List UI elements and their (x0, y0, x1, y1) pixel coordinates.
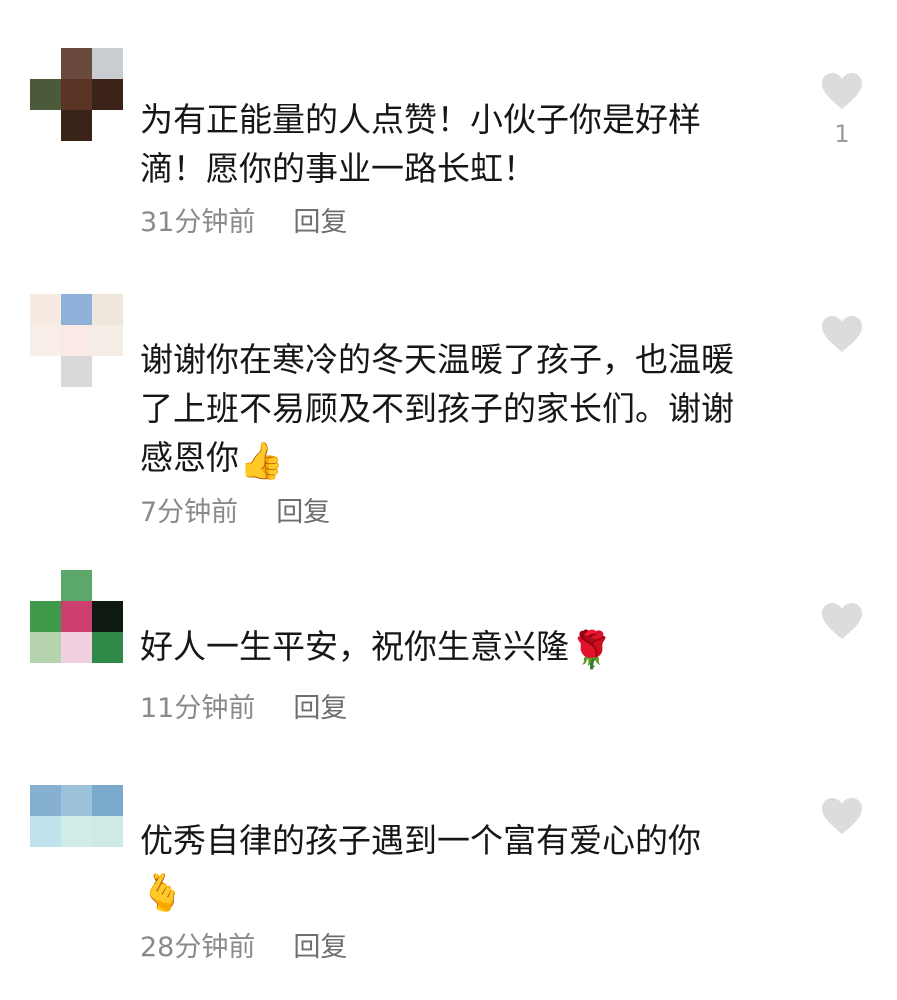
comment-meta: 7分钟前 回复 (140, 490, 330, 529)
like-button[interactable]: 1 (820, 72, 864, 148)
avatar-pixel (30, 816, 61, 847)
avatar-pixel (92, 79, 123, 110)
avatar-pixel (61, 601, 92, 632)
avatar-pixel (30, 110, 61, 141)
reply-button[interactable]: 回复 (293, 207, 347, 238)
avatar-pixel (61, 632, 92, 663)
avatar-pixel (92, 601, 123, 632)
rose-emoji: 🌹 (569, 630, 614, 671)
heart-icon (822, 603, 862, 639)
comment-meta: 28分钟前 回复 (140, 925, 347, 964)
comment-meta: 31分钟前 回复 (140, 200, 347, 239)
avatar-pixel (92, 570, 123, 601)
comment-time: 7分钟前 (140, 497, 239, 528)
avatar-pixel (61, 110, 92, 141)
avatar-pixel (30, 48, 61, 79)
avatar-pixel (30, 632, 61, 663)
comment-text: 谢谢你在寒冷的冬天温暖了孩子，也温暖 了上班不易顾及不到孩子的家长们。谢谢 感恩… (140, 340, 734, 482)
heart-icon (822, 316, 862, 352)
avatar-pixel (30, 356, 61, 387)
comment-meta: 11分钟前 回复 (140, 686, 347, 725)
avatar-pixel (92, 356, 123, 387)
avatar-pixel (92, 632, 123, 663)
avatar-pixel (61, 847, 92, 878)
reply-button[interactable]: 回复 (293, 932, 347, 963)
reply-button[interactable]: 回复 (276, 497, 330, 528)
avatar-pixel (61, 570, 92, 601)
avatar-pixel (61, 79, 92, 110)
avatar[interactable] (30, 48, 123, 141)
avatar-pixel (92, 294, 123, 325)
avatar-pixel (92, 325, 123, 356)
like-button[interactable] (820, 315, 864, 363)
avatar-pixel (30, 601, 61, 632)
like-button[interactable] (820, 797, 864, 845)
avatar-pixel (61, 48, 92, 79)
avatar-pixel (30, 294, 61, 325)
like-count: 1 (834, 120, 850, 148)
avatar[interactable] (30, 785, 123, 878)
avatar-pixel (61, 294, 92, 325)
avatar-pixel (30, 570, 61, 601)
avatar-pixel (92, 48, 123, 79)
avatar-pixel (92, 110, 123, 141)
avatar-pixel (61, 356, 92, 387)
thumbs-up-emoji: 👍 (239, 441, 284, 482)
comment-text: 优秀自律的孩子遇到一个富有爱心的你 🫰 (140, 821, 701, 914)
avatar[interactable] (30, 294, 123, 387)
heart-icon (822, 73, 862, 109)
comment-text: 好人一生平安，祝你生意兴隆🌹 (140, 627, 614, 671)
avatar-pixel (30, 847, 61, 878)
avatar-pixel (30, 325, 61, 356)
avatar-pixel (92, 816, 123, 847)
avatar-pixel (30, 785, 61, 816)
finger-heart-emoji: 🫰 (140, 873, 185, 914)
comment-time: 31分钟前 (140, 207, 256, 238)
heart-icon (822, 798, 862, 834)
comment-time: 11分钟前 (140, 693, 256, 724)
avatar-pixel (92, 785, 123, 816)
avatar[interactable] (30, 570, 123, 663)
avatar-pixel (61, 816, 92, 847)
avatar-pixel (30, 79, 61, 110)
reply-button[interactable]: 回复 (293, 693, 347, 724)
comment-text: 为有正能量的人点赞！小伙子你是好样 滴！愿你的事业一路长虹！ (140, 100, 701, 188)
comment-time: 28分钟前 (140, 932, 256, 963)
like-button[interactable] (820, 602, 864, 650)
avatar-pixel (92, 847, 123, 878)
avatar-pixel (61, 785, 92, 816)
avatar-pixel (61, 325, 92, 356)
